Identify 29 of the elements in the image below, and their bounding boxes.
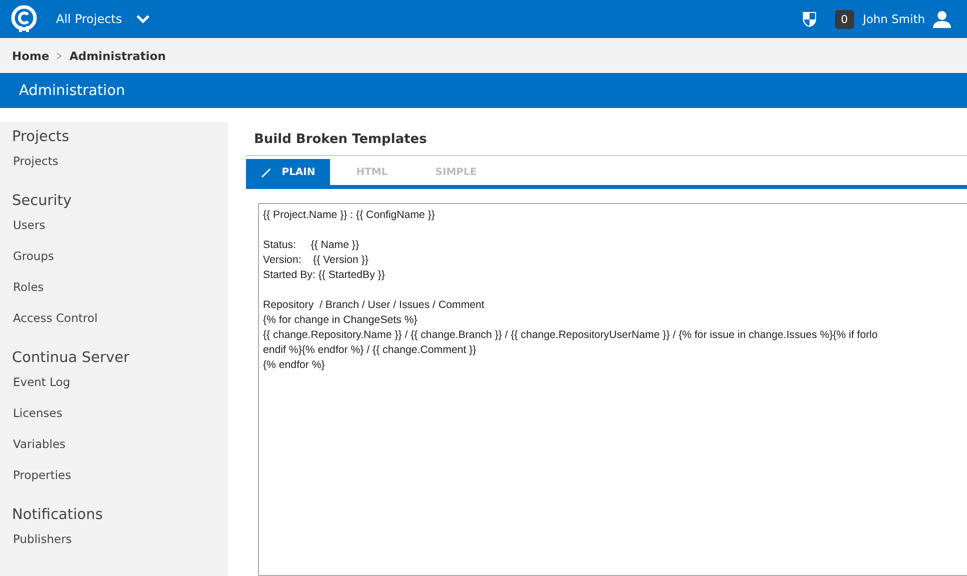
sidebar-heading: Security bbox=[11, 192, 73, 211]
user-name[interactable]: John Smith bbox=[862, 12, 925, 26]
notification-count[interactable]: 0 bbox=[834, 10, 854, 28]
sidebar-item[interactable]: Users bbox=[0, 213, 58, 244]
template-editor[interactable]: {{ Project.Name }} : {{ ConfigName }} Status: {{ Name }} Version: {{ Version }} Started By: {{ StartedBy }} Repository / Branch / User / Issues / Comment {% for change in ChangeSets %} {{ change.Repository.Name }} / {{ change.Branch }} / {{ change.RepositoryUserName }} / {% for issue in change.Issues %}{% if forlo endif %}{% endfor %} / {{ change.Comment }} {% endfor %} bbox=[258, 203, 967, 576]
sidebar-heading: Notifications bbox=[11, 506, 104, 525]
sidebar-item[interactable]: Event Log bbox=[0, 370, 84, 401]
page-title: Administration bbox=[19, 82, 126, 98]
sidebar-heading: Projects bbox=[11, 128, 70, 147]
breadcrumb-separator-icon bbox=[56, 52, 62, 60]
sidebar-item[interactable]: Properties bbox=[0, 463, 84, 494]
sidebar-item[interactable]: Access Control bbox=[0, 306, 111, 337]
sidebar-item[interactable]: Projects bbox=[0, 149, 72, 180]
user-icon[interactable] bbox=[933, 10, 951, 28]
breadcrumb-link[interactable]: Home bbox=[12, 48, 50, 62]
section-title: Build Broken Templates bbox=[246, 122, 967, 156]
chevron-down-icon[interactable] bbox=[136, 14, 150, 24]
sidebar-heading: Continua Server bbox=[11, 349, 130, 368]
shield-icon[interactable] bbox=[802, 10, 817, 28]
breadcrumb-link[interactable]: Administration bbox=[69, 48, 166, 62]
sidebar-item[interactable]: Variables bbox=[0, 432, 79, 463]
sidebar-item[interactable]: Roles bbox=[0, 275, 57, 306]
pencil-icon bbox=[260, 166, 272, 178]
sidebar-item[interactable]: Groups bbox=[0, 244, 68, 275]
tab[interactable]: PLAIN bbox=[246, 159, 330, 185]
logo-icon[interactable] bbox=[10, 5, 38, 33]
sidebar-item[interactable]: Licenses bbox=[0, 401, 76, 432]
sidebar-item[interactable]: Publishers bbox=[0, 527, 85, 558]
project-selector[interactable]: All Projects bbox=[56, 12, 122, 26]
